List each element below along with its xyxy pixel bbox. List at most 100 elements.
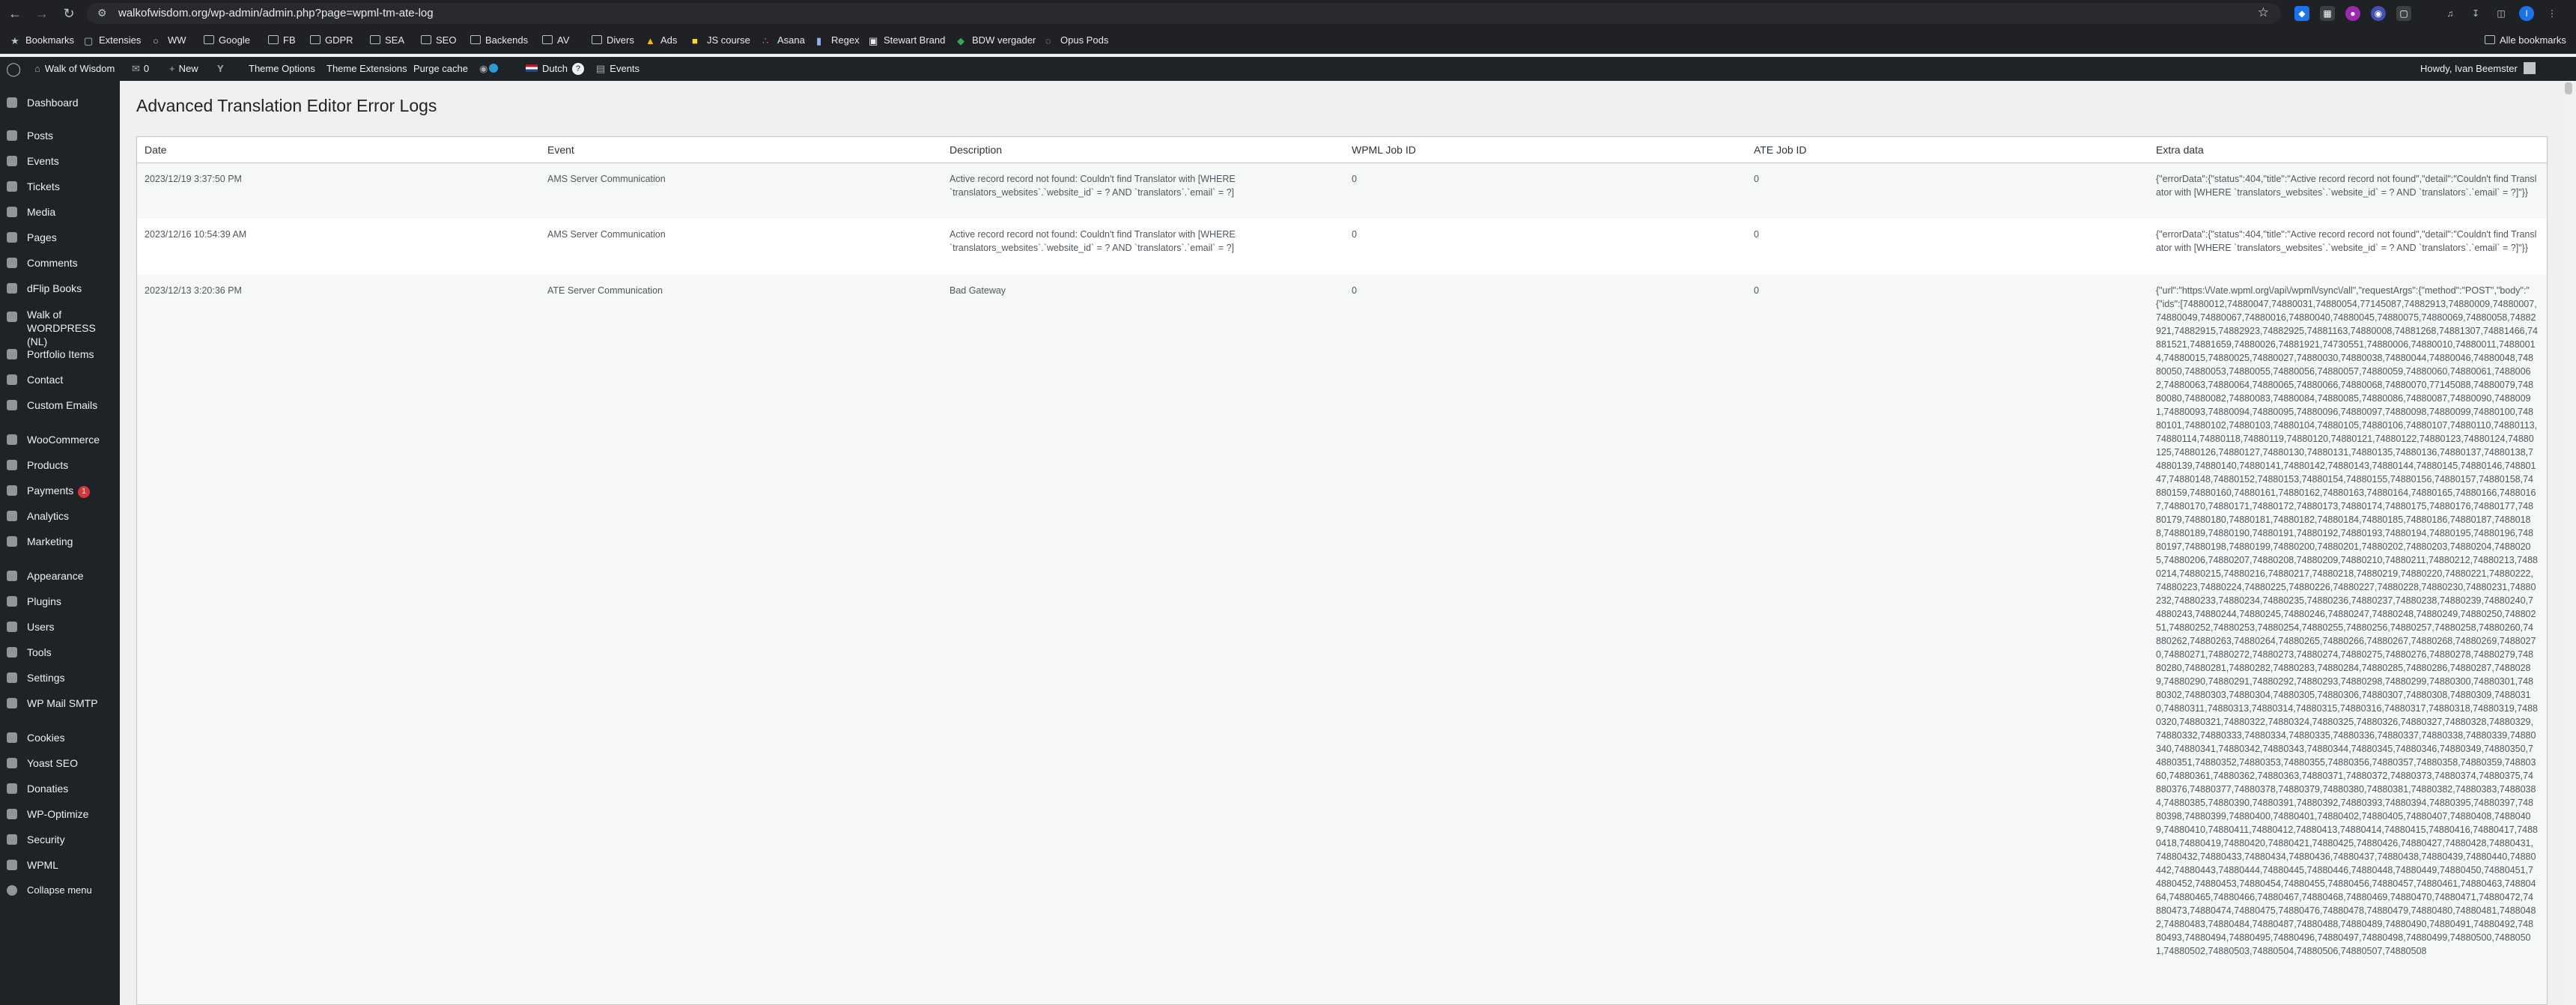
forward-icon[interactable]: → xyxy=(33,4,51,22)
bookmark-fb[interactable]: FB xyxy=(268,27,296,54)
extension-grid-icon[interactable]: ▦ xyxy=(2320,6,2335,21)
purge-cache-link[interactable]: Purge cache xyxy=(413,57,468,81)
cell-wpml-job-id: 0 xyxy=(1352,229,1357,240)
menu-item-plugins[interactable]: Plugins xyxy=(0,590,120,613)
bookmark-label: Stewart Brand xyxy=(884,34,946,46)
cell-description: Bad Gateway xyxy=(950,285,1006,296)
email-icon xyxy=(7,400,17,410)
events-link[interactable]: ▤ Events xyxy=(596,57,640,81)
menu-item-woocommerce[interactable]: WooCommerce xyxy=(0,428,120,451)
bookmark-label: SEA xyxy=(385,34,405,46)
language-switcher[interactable]: Dutch? xyxy=(526,57,584,81)
all-bookmarks[interactable]: Alle bookmarks xyxy=(2485,27,2566,54)
menu-item-marketing[interactable]: Marketing xyxy=(0,530,120,553)
extension-circle-icon[interactable]: ● xyxy=(2345,6,2360,21)
wordpress-logo-icon[interactable]: ◯ xyxy=(6,57,21,81)
extension-globe-icon[interactable]: ◉ xyxy=(2371,6,2386,21)
menu-label: Posts xyxy=(27,130,54,142)
menu-label: Appearance xyxy=(27,570,84,582)
puzzle-icon: ▢ xyxy=(84,35,94,46)
bookmark-js-course[interactable]: ■ JS course xyxy=(692,27,750,54)
bookmark-extensies[interactable]: ▢ Extensies xyxy=(84,27,141,54)
cell-ate-job-id: 0 xyxy=(1754,174,1759,184)
bookmark-ww[interactable]: ○ WW xyxy=(153,27,186,54)
comments-link[interactable]: ✉ 0 xyxy=(132,57,149,81)
menu-item-users[interactable]: Users xyxy=(0,616,120,638)
wpml-status-link[interactable]: ◉ xyxy=(479,57,499,81)
menu-item-settings[interactable]: Settings xyxy=(0,667,120,689)
menu-item-analytics[interactable]: Analytics xyxy=(0,505,120,527)
menu-item-donaties[interactable]: Donaties xyxy=(0,777,120,800)
bookmark-asana[interactable]: ∴ Asana xyxy=(762,27,805,54)
site-info-icon[interactable]: ⚙ xyxy=(97,7,107,19)
bookmark-label: Ads xyxy=(660,34,678,46)
bookmark-backends[interactable]: Backends xyxy=(470,27,528,54)
site-icon: ○ xyxy=(153,35,159,46)
menu-item-cookies[interactable]: Cookies xyxy=(0,726,120,749)
calendar-icon xyxy=(7,156,17,166)
menu-label: WPML xyxy=(27,859,58,871)
scrollbar-thumb[interactable] xyxy=(2565,82,2572,94)
menu-item-wpml[interactable]: WPML xyxy=(0,854,120,876)
bookmark-sea[interactable]: SEA xyxy=(370,27,404,54)
bookmark-divers[interactable]: Divers xyxy=(592,27,634,54)
menu-item-tools[interactable]: Tools xyxy=(0,641,120,664)
menu-item-products[interactable]: Products xyxy=(0,454,120,476)
menu-item-payments[interactable]: Payments 1 xyxy=(0,479,120,502)
menu-item-wp-mail-smtp[interactable]: WP Mail SMTP xyxy=(0,692,120,714)
address-bar[interactable]: ⚙ walkofwisdom.org/wp-admin/admin.php?pa… xyxy=(87,3,2281,24)
bookmark-av[interactable]: AV xyxy=(542,27,569,54)
bookmark-google[interactable]: Google xyxy=(204,27,250,54)
extension-shield-icon[interactable]: ◆ xyxy=(2294,6,2309,21)
yoast-bar-icon[interactable]: Y xyxy=(217,57,224,81)
menu-item-security[interactable]: Security xyxy=(0,828,120,851)
menu-item-dashboard[interactable]: Dashboard xyxy=(0,91,120,114)
new-label: New xyxy=(178,63,198,74)
cell-event: ATE Server Communication xyxy=(547,285,663,296)
bookmark-star-icon[interactable]: ☆ xyxy=(2258,5,2269,20)
media-icon[interactable]: ♫ xyxy=(2443,6,2458,21)
menu-item-media[interactable]: Media xyxy=(0,201,120,223)
account-link[interactable]: Howdy, Ivan Beemster xyxy=(2420,57,2536,81)
bookmark-regex[interactable]: ▮ Regex xyxy=(816,27,860,54)
new-content-link[interactable]: + New xyxy=(169,57,198,81)
menu-item-walk-of-wordpress[interactable]: Walk of WORDPRESS (NL) xyxy=(0,306,120,347)
extensions-puzzle-icon[interactable]: ▢ xyxy=(2396,6,2411,21)
dutch-flag-icon xyxy=(526,64,538,72)
menu-item-posts[interactable]: Posts xyxy=(0,124,120,147)
browser-menu-icon[interactable]: ⋮ xyxy=(2545,6,2560,21)
menu-item-contact[interactable]: Contact xyxy=(0,368,120,391)
cell-event: AMS Server Communication xyxy=(547,174,666,184)
menu-item-tickets[interactable]: Tickets xyxy=(0,175,120,198)
page-scrollbar[interactable] xyxy=(2561,81,2576,1005)
menu-item-pages[interactable]: Pages xyxy=(0,226,120,249)
menu-item-comments[interactable]: Comments xyxy=(0,252,120,274)
bookmark-bdw-vergader[interactable]: ◆ BDW vergader xyxy=(957,27,1036,54)
collapse-menu-button[interactable]: Collapse menu xyxy=(0,879,120,902)
profile-avatar[interactable]: I xyxy=(2519,6,2534,21)
menu-item-wp-optimize[interactable]: WP-Optimize xyxy=(0,803,120,825)
column-header-ate-job-id: ATE Job ID xyxy=(1754,144,1807,156)
bookmark-ads[interactable]: ▲ Ads xyxy=(645,27,677,54)
menu-item-yoast-seo[interactable]: Yoast SEO xyxy=(0,752,120,774)
site-name-link[interactable]: ⌂ Walk of Wisdom xyxy=(34,57,115,81)
theme-options-link[interactable]: Theme Options xyxy=(249,57,315,81)
reload-icon[interactable]: ↻ xyxy=(60,4,78,22)
bookmark-opus-pods[interactable]: ◌ Opus Pods xyxy=(1045,27,1108,54)
js-icon: ■ xyxy=(692,35,698,46)
bookmark-stewart-brand[interactable]: ▣ Stewart Brand xyxy=(869,27,945,54)
side-panel-icon[interactable]: ◫ xyxy=(2494,6,2509,21)
back-icon[interactable]: ← xyxy=(6,4,24,22)
url-text[interactable]: walkofwisdom.org/wp-admin/admin.php?page… xyxy=(118,7,434,19)
bookmark-gdpr[interactable]: GDPR xyxy=(310,27,353,54)
bookmark-bookmarks[interactable]: ★ Bookmarks xyxy=(10,27,74,54)
bookmark-seo[interactable]: SEO xyxy=(421,27,456,54)
column-header-date: Date xyxy=(145,144,167,156)
menu-item-custom-emails[interactable]: Custom Emails xyxy=(0,394,120,416)
menu-item-dflip-books[interactable]: dFlip Books xyxy=(0,277,120,300)
theme-extensions-link[interactable]: Theme Extensions xyxy=(326,57,407,81)
menu-item-appearance[interactable]: Appearance xyxy=(0,565,120,587)
menu-item-events[interactable]: Events xyxy=(0,150,120,172)
menu-item-portfolio-items[interactable]: Portfolio Items xyxy=(0,343,120,365)
download-icon[interactable]: ↧ xyxy=(2468,6,2483,21)
